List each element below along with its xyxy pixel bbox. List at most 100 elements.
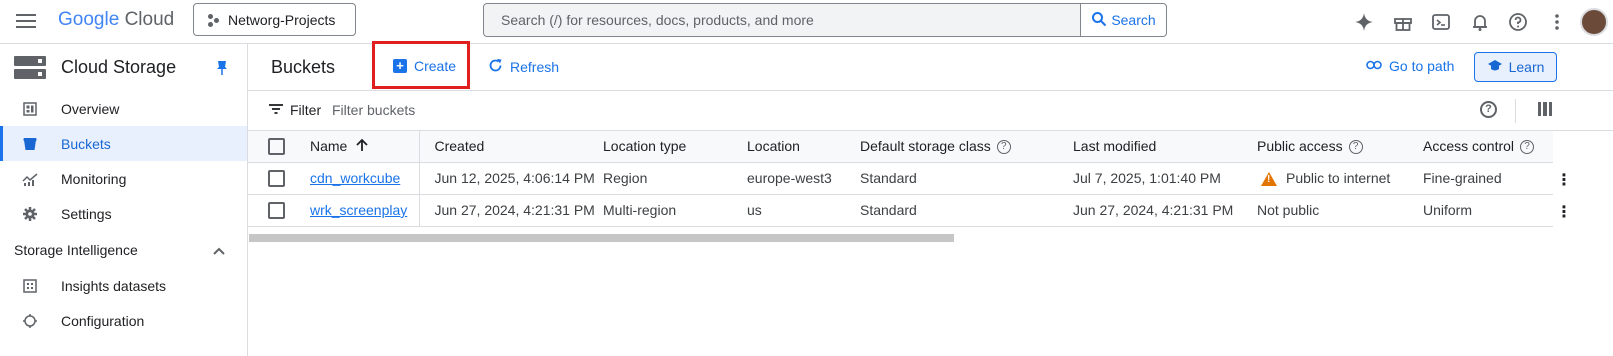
horizontal-scrollbar[interactable] xyxy=(249,234,954,242)
project-selector[interactable]: Networg-Projects xyxy=(193,3,356,36)
learn-button[interactable]: Learn xyxy=(1474,52,1557,82)
column-header-location[interactable]: Location xyxy=(747,131,860,163)
sidebar-item-overview[interactable]: Overview xyxy=(0,91,247,126)
sidebar-title: Cloud Storage xyxy=(61,57,177,77)
chevron-up-icon[interactable] xyxy=(213,242,225,258)
gemini-icon[interactable] xyxy=(1345,3,1384,41)
bucket-link[interactable]: cdn_workcube xyxy=(310,170,400,186)
refresh-button[interactable]: Refresh xyxy=(488,58,559,76)
sidebar-item-label: Configuration xyxy=(61,312,145,329)
pin-icon[interactable] xyxy=(216,60,228,79)
link-icon xyxy=(1366,58,1382,74)
refresh-label: Refresh xyxy=(510,59,560,75)
help-icon[interactable]: ? xyxy=(1520,140,1535,155)
page-toolbar: Buckets + Create Refresh Go to path Lear… xyxy=(248,41,1613,91)
gear-icon xyxy=(22,206,38,222)
created-cell: Jun 27, 2024, 4:21:31 PM xyxy=(419,194,603,227)
column-header-location-type[interactable]: Location type xyxy=(603,131,747,163)
row-select-cell xyxy=(248,194,303,227)
learn-label: Learn xyxy=(1508,59,1545,75)
column-label: Default storage class xyxy=(860,138,991,155)
school-icon xyxy=(1487,59,1503,75)
help-icon[interactable]: ? xyxy=(1348,140,1363,155)
sidebar-item-settings[interactable]: Settings xyxy=(0,196,247,231)
sidebar-item-insights-datasets[interactable]: Insights datasets xyxy=(0,268,247,303)
filter-bar: Filter Filter buckets ? xyxy=(248,91,1613,131)
gift-icon[interactable] xyxy=(1384,3,1423,41)
go-to-path-button[interactable]: Go to path xyxy=(1366,58,1454,74)
warning-icon xyxy=(1261,172,1277,187)
refresh-icon xyxy=(488,58,503,76)
menu-icon[interactable] xyxy=(16,11,36,31)
column-label: Location xyxy=(747,138,800,155)
sidebar-item-label: Buckets xyxy=(61,135,111,152)
column-header-storage-class[interactable]: Default storage class? xyxy=(860,131,1073,163)
row-checkbox[interactable] xyxy=(268,169,285,187)
sidebar-item-monitoring[interactable]: Monitoring xyxy=(0,161,247,196)
search-button[interactable]: Search xyxy=(1080,4,1166,36)
top-bar: Google Cloud Networg-Projects Search (/)… xyxy=(0,0,1613,44)
create-button[interactable]: + Create xyxy=(393,58,456,74)
sidebar-item-label: Monitoring xyxy=(61,170,127,187)
bucket-name-cell: wrk_screenplay xyxy=(303,194,420,227)
avatar[interactable] xyxy=(1580,8,1608,36)
access-control-cell: Uniform ⋮ xyxy=(1423,194,1572,227)
google-cloud-logo[interactable]: Google Cloud xyxy=(58,9,174,31)
column-header-created[interactable]: Created xyxy=(419,131,603,163)
column-label: Created xyxy=(434,138,485,155)
access-control-value: Fine-grained xyxy=(1423,170,1502,186)
column-header-public-access[interactable]: Public access? xyxy=(1257,131,1423,163)
bell-icon[interactable] xyxy=(1461,3,1500,41)
column-header-last-modified[interactable]: Last modified xyxy=(1073,131,1257,163)
sidebar: Cloud Storage Overview Buckets Monitorin… xyxy=(0,44,248,356)
storage-class-cell: Standard xyxy=(860,194,1073,227)
buckets-table: Name Created Location type Location Defa… xyxy=(248,131,1572,227)
help-icon[interactable]: ? xyxy=(996,140,1011,155)
monitoring-icon xyxy=(22,171,38,187)
row-menu-icon[interactable]: ⋮ xyxy=(1556,202,1572,222)
storage-class-cell: Standard xyxy=(860,162,1073,195)
terminal-icon[interactable] xyxy=(1422,3,1461,41)
column-display-icon[interactable] xyxy=(1538,102,1552,116)
table-help-icon[interactable]: ? xyxy=(1480,101,1497,118)
location-cell: us xyxy=(747,194,860,227)
logo-google: Google xyxy=(58,9,120,30)
sidebar-item-configuration[interactable]: Configuration xyxy=(0,303,247,338)
row-select-cell xyxy=(248,162,303,195)
go-to-path-label: Go to path xyxy=(1389,58,1455,74)
overview-icon xyxy=(22,101,38,117)
dataset-icon xyxy=(22,278,38,294)
table-header-row: Name Created Location type Location Defa… xyxy=(248,131,1553,163)
arrow-up-icon xyxy=(356,138,368,154)
sidebar-item-buckets[interactable]: Buckets xyxy=(0,126,247,161)
more-vert-icon[interactable] xyxy=(1538,3,1577,41)
location-type-cell: Multi-region xyxy=(603,194,747,227)
top-icons xyxy=(1345,0,1613,44)
row-checkbox[interactable] xyxy=(268,201,285,219)
filter-icon xyxy=(268,102,284,118)
public-access-cell: Public to internet xyxy=(1257,162,1423,195)
sidebar-item-label: Insights datasets xyxy=(61,277,167,294)
bucket-link[interactable]: wrk_screenplay xyxy=(310,202,407,218)
location-cell: europe-west3 xyxy=(747,162,860,195)
project-name: Networg-Projects xyxy=(228,11,336,28)
help-icon[interactable] xyxy=(1499,3,1538,41)
filter-input[interactable]: Filter buckets xyxy=(332,102,415,118)
column-header-access-control[interactable]: Access control? xyxy=(1423,131,1553,163)
created-cell: Jun 12, 2025, 4:06:14 PM xyxy=(419,162,603,195)
sidebar-header: Cloud Storage xyxy=(0,44,247,91)
search-icon xyxy=(1091,11,1107,30)
search-input[interactable]: Search (/) for resources, docs, products… xyxy=(484,4,1080,36)
column-header-name[interactable]: Name xyxy=(303,131,420,163)
row-menu-icon[interactable]: ⋮ xyxy=(1556,170,1572,190)
search-button-label: Search xyxy=(1111,12,1156,28)
config-icon xyxy=(22,313,38,329)
search-bar[interactable]: Search (/) for resources, docs, products… xyxy=(483,3,1167,37)
last-modified-cell: Jul 7, 2025, 1:01:40 PM xyxy=(1073,162,1257,195)
last-modified-cell: Jun 27, 2024, 4:21:31 PM xyxy=(1073,194,1257,227)
create-label: Create xyxy=(414,58,457,74)
filter-button[interactable]: Filter xyxy=(268,102,321,118)
select-all-checkbox[interactable] xyxy=(268,138,285,156)
sidebar-section-storage-intelligence[interactable]: Storage Intelligence xyxy=(0,231,247,268)
sidebar-item-label: Overview xyxy=(61,100,120,117)
